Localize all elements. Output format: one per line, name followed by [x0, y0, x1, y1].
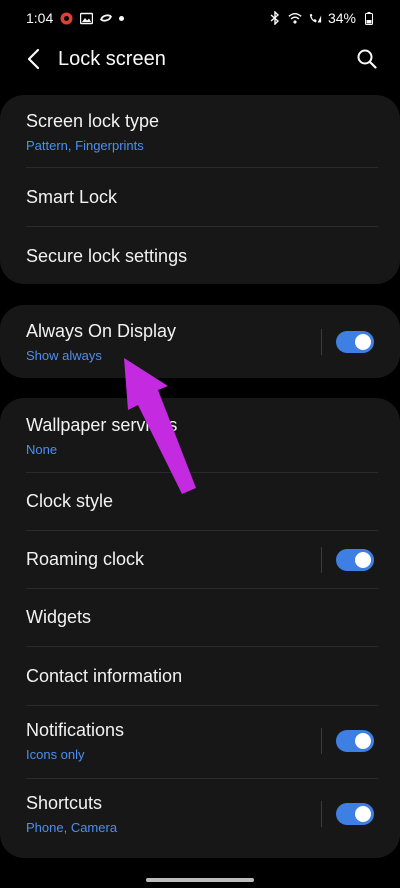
wifi-icon — [288, 11, 302, 25]
roaming-clock-toggle[interactable] — [336, 548, 374, 571]
status-time: 1:04 — [26, 10, 54, 26]
notifications-toggle[interactable] — [336, 730, 374, 752]
notifications-label: Notifications — [26, 720, 125, 740]
always-on-display-toggle[interactable] — [336, 331, 374, 353]
screen-lock-type-item[interactable]: Screen lock type Pattern, Fingerprints — [0, 104, 400, 160]
more-notifications-dot — [119, 15, 125, 21]
clock-style-item[interactable]: Clock style — [0, 473, 400, 530]
back-button[interactable] — [16, 42, 50, 76]
wallpaper-services-value: None — [26, 442, 58, 457]
search-icon — [357, 49, 377, 69]
status-right: 34% — [268, 10, 376, 26]
divider — [26, 705, 378, 706]
toggle-knob — [355, 334, 371, 350]
toggle-knob — [355, 551, 371, 568]
secure-lock-settings-item[interactable]: Secure lock settings — [0, 227, 400, 285]
screen-lock-type-value: Pattern, Fingerprints — [26, 138, 144, 153]
shortcuts-label: Shortcuts — [26, 793, 103, 813]
call-signal-icon — [308, 11, 322, 25]
notifications-value: Icons only — [26, 747, 85, 762]
wallpaper-services-label: Wallpaper services — [26, 415, 178, 435]
smart-lock-label: Smart Lock — [26, 186, 118, 207]
secure-lock-settings-label: Secure lock settings — [26, 245, 188, 266]
roaming-clock-label: Roaming clock — [26, 549, 145, 569]
contact-information-label: Contact information — [26, 665, 183, 686]
toggle-separator — [321, 546, 322, 573]
search-button[interactable] — [350, 42, 384, 76]
roaming-clock-item[interactable]: Roaming clock — [0, 531, 400, 588]
page-title: Lock screen — [58, 47, 166, 70]
toggle-separator — [321, 801, 322, 827]
always-on-display-item[interactable]: Always On Display Show always — [0, 312, 400, 372]
status-bar: 1:04 34% — [0, 0, 400, 36]
smart-lock-item[interactable]: Smart Lock — [0, 168, 400, 226]
always-on-display-label: Always On Display — [26, 321, 177, 341]
toggle-separator — [321, 329, 322, 355]
app-notification-icon — [59, 11, 73, 25]
toggle-knob — [355, 733, 371, 749]
divider — [26, 778, 378, 779]
back-arrow-icon — [27, 48, 40, 70]
battery-icon — [362, 11, 376, 25]
battery-percent: 34% — [327, 10, 356, 26]
toggle-separator — [321, 728, 322, 754]
shortcuts-toggle[interactable] — [336, 803, 374, 825]
toggle-knob — [355, 806, 371, 822]
widgets-item[interactable]: Widgets — [0, 589, 400, 646]
status-left: 1:04 — [26, 10, 125, 26]
widgets-label: Widgets — [26, 607, 92, 627]
notifications-item[interactable]: Notifications Icons only — [0, 710, 400, 772]
wallpaper-services-item[interactable]: Wallpaper services None — [0, 406, 400, 466]
sync-icon — [99, 11, 113, 25]
contact-information-item[interactable]: Contact information — [0, 647, 400, 705]
app-bar: Lock screen — [0, 36, 400, 82]
clock-style-label: Clock style — [26, 491, 114, 511]
gallery-icon — [79, 11, 93, 25]
shortcuts-value: Phone, Camera — [26, 820, 118, 835]
always-on-display-value: Show always — [26, 348, 102, 363]
bluetooth-icon — [268, 11, 282, 25]
screen-lock-type-label: Screen lock type — [26, 111, 160, 131]
shortcuts-item[interactable]: Shortcuts Phone, Camera — [0, 783, 400, 845]
gesture-nav-handle[interactable] — [146, 878, 254, 882]
